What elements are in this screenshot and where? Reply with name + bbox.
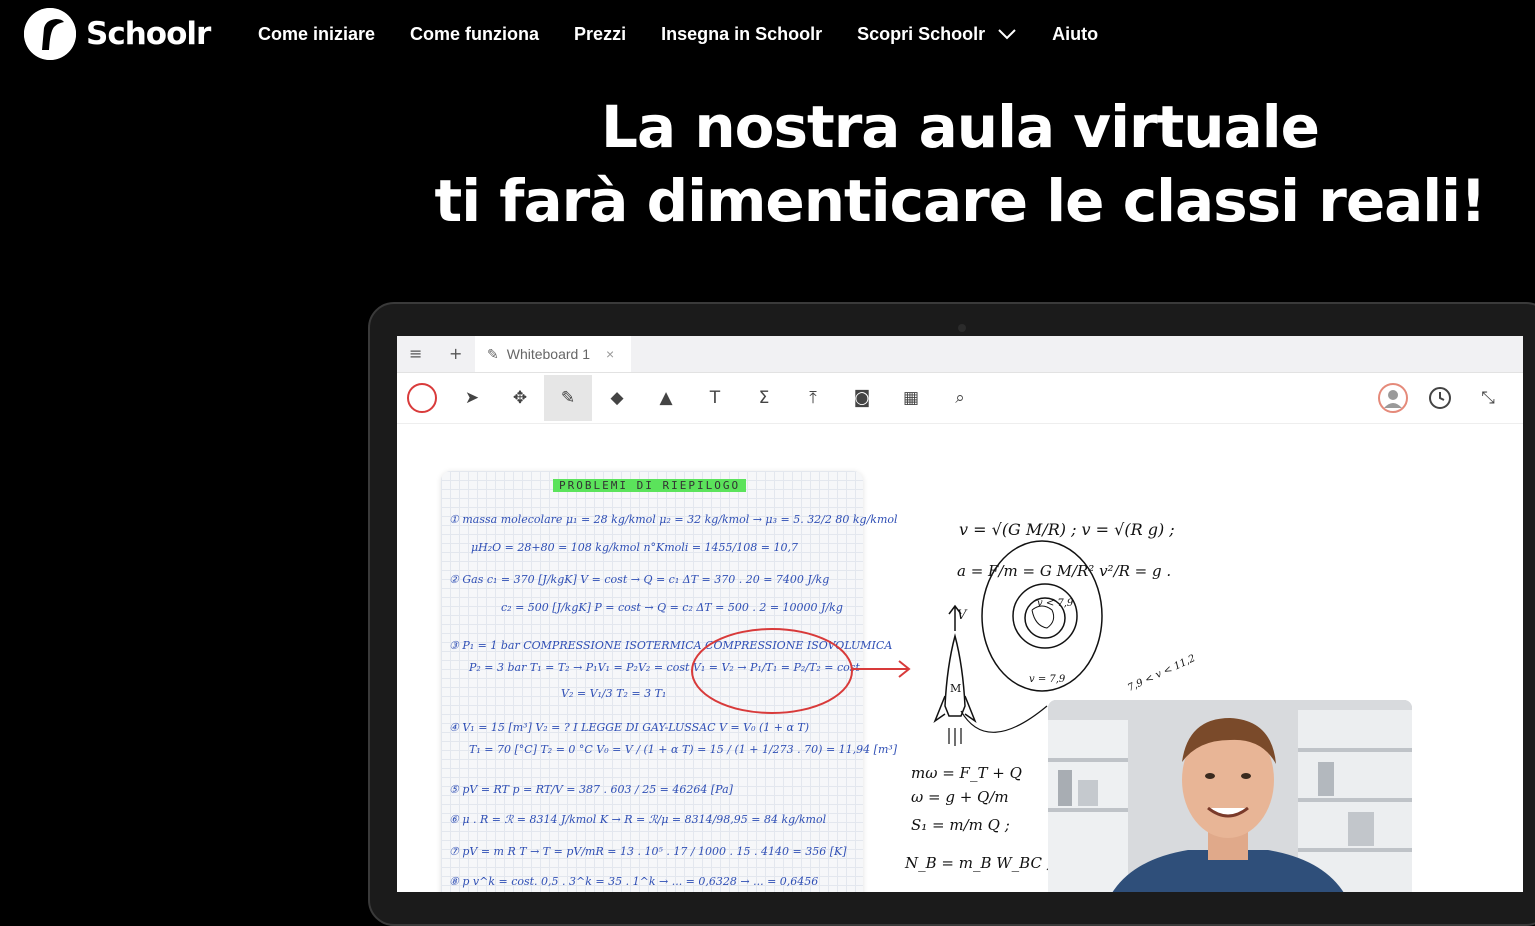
nav-come-iniziare[interactable]: Come iniziare xyxy=(258,24,375,45)
tab-title: Whiteboard 1 xyxy=(506,346,591,362)
schoolr-logo-icon xyxy=(24,8,76,60)
nav-label: Insegna in Schoolr xyxy=(661,23,823,44)
note-line: T₁ = 70 [°C] T₂ = 0 °C V₀ = V / (1 + α T… xyxy=(469,743,898,756)
nav-prezzi[interactable]: Prezzi xyxy=(574,24,626,45)
vector-label: V xyxy=(957,608,967,623)
nav-scopri-schoolr[interactable]: Scopri Schoolr xyxy=(857,24,1017,45)
hero-line-2: ti farà dimenticare le classi reali! xyxy=(434,167,1486,235)
nav-insegna-in-schoolr[interactable]: Insegna in Schoolr xyxy=(661,24,822,45)
brand-logo[interactable]: Schoolr xyxy=(24,8,211,60)
note-line: ① massa molecolare μ₁ = 28 kg/kmol μ₂ = … xyxy=(449,513,898,526)
formula-line: v = √(G M/R) ; v = √(R g) ; xyxy=(959,520,1175,539)
hero-heading: La nostra aula virtuale ti farà dimentic… xyxy=(380,90,1535,238)
note-line: μH₂O = 28+80 = 108 kg/kmol n°Kmoli = 145… xyxy=(471,541,798,554)
note-line: c₂ = 500 [J/kgK] P = cost → Q = c₂ ΔT = … xyxy=(501,601,843,614)
timer-icon[interactable] xyxy=(1416,375,1464,421)
video-call-tile[interactable] xyxy=(1048,700,1412,892)
formula-line: a = F/m = G M/R² v²/R = g . xyxy=(957,562,1172,580)
hero-line-1: La nostra aula virtuale xyxy=(601,93,1320,161)
note-line: ⑥ μ . R = ℛ = 8314 J/kmol K → R = ℛ/μ = … xyxy=(449,813,827,826)
tab-bar: ≡ + ✎ Whiteboard 1 × xyxy=(397,336,1523,373)
close-icon[interactable]: × xyxy=(606,346,614,362)
note-line: V₂ = V₁/3 T₂ = 3 T₁ xyxy=(561,687,667,700)
teacher-video-image xyxy=(1048,700,1412,892)
eraser-tool-icon[interactable]: ◆ xyxy=(593,375,641,421)
upload-tool-icon[interactable]: ⤒ xyxy=(789,375,837,421)
note-line: ② Gas c₁ = 370 [J/kgK] V = cost → Q = c₁… xyxy=(449,573,830,586)
note-line: ⑤ pV = RT p = RT/V = 387 . 603 / 25 = 46… xyxy=(449,783,733,796)
camera-tool-icon[interactable]: ◙ xyxy=(838,375,886,421)
color-picker-icon[interactable] xyxy=(407,383,437,413)
brand-name: Schoolr xyxy=(86,16,211,52)
tab-whiteboard[interactable]: ✎ Whiteboard 1 × xyxy=(475,336,631,372)
red-annotation xyxy=(691,628,911,714)
note-line: ④ V₁ = 15 [m³] V₂ = ? I LEGGE DI GAY-LUS… xyxy=(449,721,810,734)
nav-aiuto[interactable]: Aiuto xyxy=(1052,24,1098,45)
edit-icon: ✎ xyxy=(487,345,499,362)
note-line: ⑦ pV = m R T → T = pV/mR = 13 . 10⁵ . 17… xyxy=(449,845,847,858)
laptop-camera xyxy=(958,324,966,332)
velocity-label: v < 7,9 xyxy=(1037,598,1074,609)
mass-label: M xyxy=(950,682,962,695)
velocity-label: v = 7,9 xyxy=(1029,674,1066,685)
chevron-down-icon xyxy=(998,29,1016,40)
zoom-tool-icon[interactable]: ⌕ xyxy=(936,375,984,421)
formula-line: ω = g + Q/m xyxy=(911,788,1009,806)
notes-title: PROBLEMI DI RIEPILOGO xyxy=(553,479,747,492)
user-avatar-icon[interactable] xyxy=(1369,375,1417,421)
formula-line: N_B = m_B W_BC ; xyxy=(905,854,1052,872)
nav-come-funziona[interactable]: Come funziona xyxy=(410,24,539,45)
pen-tool-icon[interactable]: ✎ xyxy=(544,375,592,421)
nav-label: Come iniziare xyxy=(258,23,376,44)
note-line: ⑧ p v^k = cost. 0,5 . 3^k = 35 . 1^k → .… xyxy=(449,875,819,888)
top-navigation: Schoolr Come iniziare Come funziona Prez… xyxy=(0,0,1535,68)
main-nav: Come iniziare Come funziona Prezzi Inseg… xyxy=(258,0,1133,68)
formula-line: mω = F_T + Q xyxy=(911,764,1022,782)
nav-label: Scopri Schoolr xyxy=(857,23,986,44)
nav-label: Aiuto xyxy=(1052,23,1099,44)
nav-label: Come funziona xyxy=(410,23,540,44)
formula-tool-icon[interactable]: Σ xyxy=(740,375,788,421)
shapes-tool-icon[interactable]: ▲ xyxy=(642,375,690,421)
collapse-icon[interactable]: ⤡ xyxy=(1464,375,1512,421)
formula-line: S₁ = m/m Q ; xyxy=(911,816,1010,834)
select-tool-icon[interactable]: ➤ xyxy=(448,375,496,421)
whiteboard-toolbar: ➤ ✥ ✎ ◆ ▲ T Σ ⤒ ◙ ▦ ⌕ ⤡ xyxy=(397,373,1523,424)
text-tool-icon[interactable]: T xyxy=(691,375,739,421)
add-tab-icon[interactable]: + xyxy=(449,344,462,363)
nav-label: Prezzi xyxy=(574,23,627,44)
menu-icon[interactable]: ≡ xyxy=(409,344,422,363)
table-tool-icon[interactable]: ▦ xyxy=(887,375,935,421)
move-tool-icon[interactable]: ✥ xyxy=(496,375,544,421)
app-screen: ≡ + ✎ Whiteboard 1 × ➤ ✥ ✎ ◆ ▲ T Σ ⤒ ◙ ▦… xyxy=(397,336,1523,892)
